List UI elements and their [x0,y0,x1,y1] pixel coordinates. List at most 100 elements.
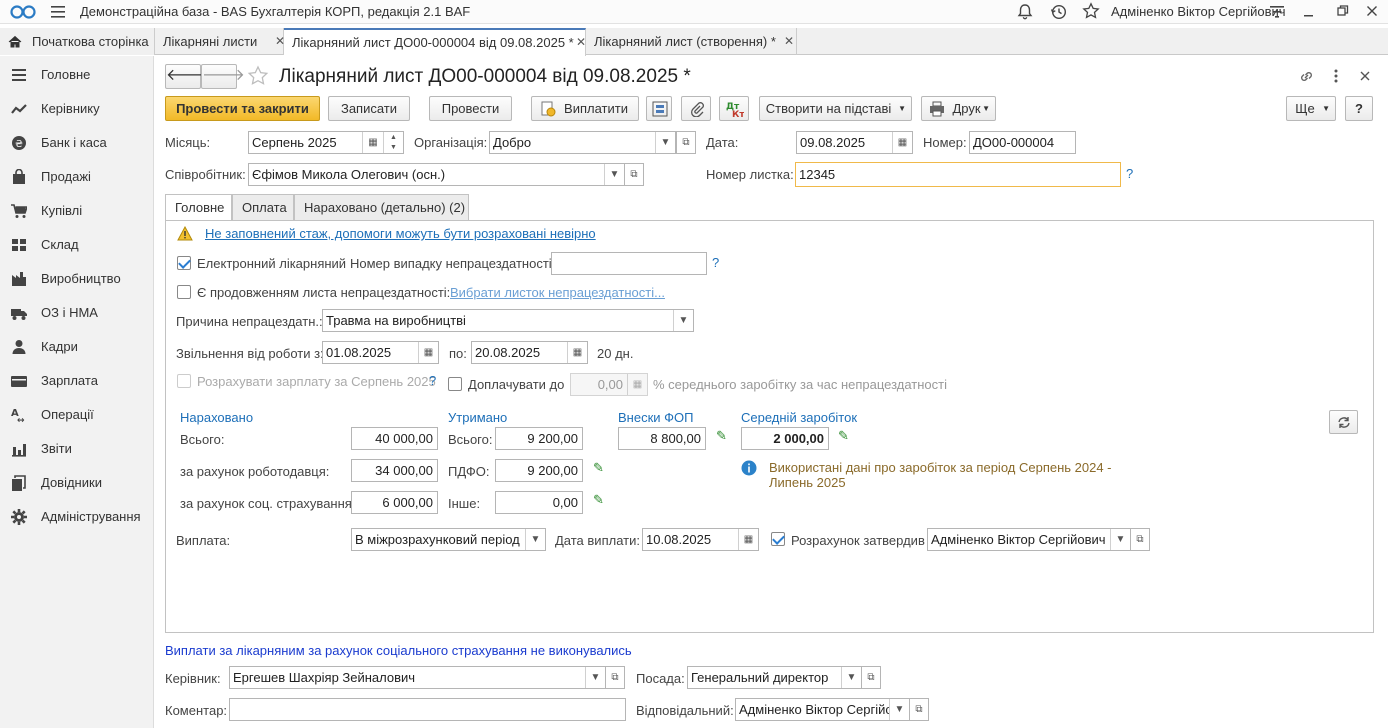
dropdown-arrow-icon[interactable]: ▼ [673,310,693,331]
tab-payment[interactable]: Оплата [232,194,294,220]
pay-button[interactable]: Виплатити [531,96,639,121]
sidebar-item-purchases[interactable]: Купівлі [0,196,154,226]
link-icon[interactable] [1298,68,1315,85]
sidebar-item-operations[interactable]: A ↔ Операції [0,400,154,430]
calendar-icon[interactable]: ▦ [892,132,912,153]
sidebar-item-reports[interactable]: Звіти [0,434,154,464]
refresh-button[interactable] [1329,410,1358,434]
more-button[interactable]: Ще ▼ [1286,96,1336,121]
close-window-icon[interactable] [1366,5,1378,17]
tab-accrued-details[interactable]: Нараховано (детально) (2) [294,194,469,220]
save-button[interactable]: Записати [328,96,410,121]
open-responsible-button[interactable]: ⧉ [909,698,929,721]
continuation-checkbox[interactable] [177,285,191,299]
sheet-number-input[interactable]: 12345 [795,162,1121,187]
open-approver-button[interactable]: ⧉ [1130,528,1150,551]
payment-date-input[interactable]: 10.08.2025 ▦ [642,528,759,551]
help-button[interactable]: ? [1345,96,1373,121]
post-and-close-button[interactable]: Провести та закрити [165,96,320,121]
sidebar-item-production[interactable]: Виробництво [0,264,154,294]
pdfo-value[interactable]: 9 200,00 [495,459,583,482]
reason-select[interactable]: Травма на виробництві ▼ [322,309,694,332]
approved-by-select[interactable]: Адміненко Віктор Сергійович ▼ [927,528,1131,551]
month-input[interactable]: Серпень 2025 ▦ ▲ ▼ [248,131,404,154]
social-insurance-value[interactable]: 6 000,00 [351,491,438,514]
tab-sick-leave-doc[interactable]: Лікарняний лист ДО00-000004 від 09.08.20… [284,28,586,56]
manager-select[interactable]: Ергешев Шахріяр Зейналович ▼ [229,666,606,689]
calendar-icon[interactable]: ▦ [738,529,758,550]
top-up-percent-input[interactable]: 0,00 ▦ [570,373,648,396]
open-position-button[interactable]: ⧉ [861,666,881,689]
restore-icon[interactable] [1337,5,1349,17]
dropdown-arrow-icon[interactable]: ▼ [585,667,605,688]
more-actions-icon[interactable] [1330,68,1342,84]
sidebar-item-warehouse[interactable]: Склад [0,230,154,260]
responsible-select[interactable]: Адміненко Віктор Сергійс ▼ [735,698,910,721]
comment-input[interactable] [229,698,626,721]
date-input[interactable]: 09.08.2025 ▦ [796,131,913,154]
calculation-approved-checkbox[interactable] [771,532,785,546]
dt-kt-button[interactable]: Дт Кт [719,96,749,121]
sidebar-item-sales[interactable]: Продажі [0,162,154,192]
release-from-input[interactable]: 01.08.2025 ▦ [322,341,439,364]
tab-main[interactable]: Головне [165,194,232,221]
other-withholding-value[interactable]: 0,00 [495,491,583,514]
minimize-icon[interactable] [1303,5,1315,19]
structure-button[interactable] [646,96,672,121]
organization-select[interactable]: Добро ▼ [489,131,676,154]
calendar-icon[interactable]: ▦ [567,342,587,363]
edit-other-icon[interactable]: ✎ [593,493,607,507]
sidebar-item-main[interactable]: Головне [0,60,154,90]
calc-salary-checkbox[interactable] [177,374,191,388]
sidebar-item-manager[interactable]: Керівнику [0,94,154,124]
sidebar-item-hr[interactable]: Кадри [0,332,154,362]
average-earnings-value[interactable]: 2 000,00 [741,427,829,450]
sidebar-item-bank[interactable]: ₴ Банк і каса [0,128,154,158]
notifications-bell-icon[interactable] [1017,3,1033,20]
dropdown-arrow-icon[interactable]: ▼ [525,529,545,550]
back-button[interactable]: 🡐 [165,64,209,89]
print-button[interactable]: Друк ▼ [921,96,996,121]
attach-button[interactable] [681,96,711,121]
edit-average-earnings-icon[interactable]: ✎ [838,429,852,443]
tab-sick-leave-new[interactable]: Лікарняний лист (створення) * ✕ [586,28,797,55]
dropdown-arrow-icon[interactable]: ▼ [889,699,909,720]
withheld-total-value[interactable]: 9 200,00 [495,427,583,450]
seniority-warning-link[interactable]: Не заповнений стаж, допомоги можуть бути… [205,226,596,241]
close-tab-icon[interactable]: ✕ [784,34,794,48]
history-icon[interactable] [1050,3,1067,20]
forward-button[interactable]: 🡒 [201,64,245,89]
release-to-input[interactable]: 20.08.2025 ▦ [471,341,588,364]
tab-home[interactable]: Початкова сторінка [0,28,155,55]
favorites-star-icon[interactable] [1082,2,1100,20]
sidebar-item-admin[interactable]: Адміністрування [0,502,154,532]
dropdown-arrow-icon[interactable]: ▼ [1110,529,1130,550]
current-user[interactable]: Адміненко Віктор Сергійович [1111,4,1286,19]
dropdown-arrow-icon[interactable]: ▼ [655,132,675,153]
calc-salary-help[interactable]: ? [429,373,436,388]
open-manager-button[interactable]: ⧉ [605,666,625,689]
electronic-sick-leave-checkbox[interactable] [177,256,191,270]
dropdown-arrow-icon[interactable]: ▼ [841,667,861,688]
main-menu-icon[interactable] [50,5,66,19]
accrued-total-value[interactable]: 40 000,00 [351,427,438,450]
number-input[interactable]: ДО00-000004 [969,131,1076,154]
favorite-star-icon[interactable] [247,65,269,87]
calendar-icon[interactable]: ▦ [418,342,438,363]
edit-contributions-icon[interactable]: ✎ [716,429,730,443]
tab-sick-leave-list[interactable]: Лікарняні листи ✕ [155,28,285,55]
close-tab-icon[interactable]: ✕ [576,35,586,49]
sheet-number-help[interactable]: ? [1126,166,1133,181]
payment-type-select[interactable]: В міжрозрахунковий період ▼ [351,528,546,551]
case-number-help[interactable]: ? [712,255,719,270]
position-select[interactable]: Генеральний директор ▼ [687,666,862,689]
close-document-icon[interactable] [1359,70,1371,82]
employee-select[interactable]: Єфімов Микола Олегович (осн.) ▼ [248,163,625,186]
edit-pdfo-icon[interactable]: ✎ [593,461,607,475]
sidebar-item-fixed-assets[interactable]: ОЗ і НМА [0,298,154,328]
app-logo-icon[interactable] [10,4,40,20]
settings-filter-icon[interactable] [1269,4,1285,19]
calculator-icon[interactable]: ▦ [627,374,647,395]
open-employee-button[interactable]: ⧉ [624,163,644,186]
open-organization-button[interactable]: ⧉ [676,131,696,154]
